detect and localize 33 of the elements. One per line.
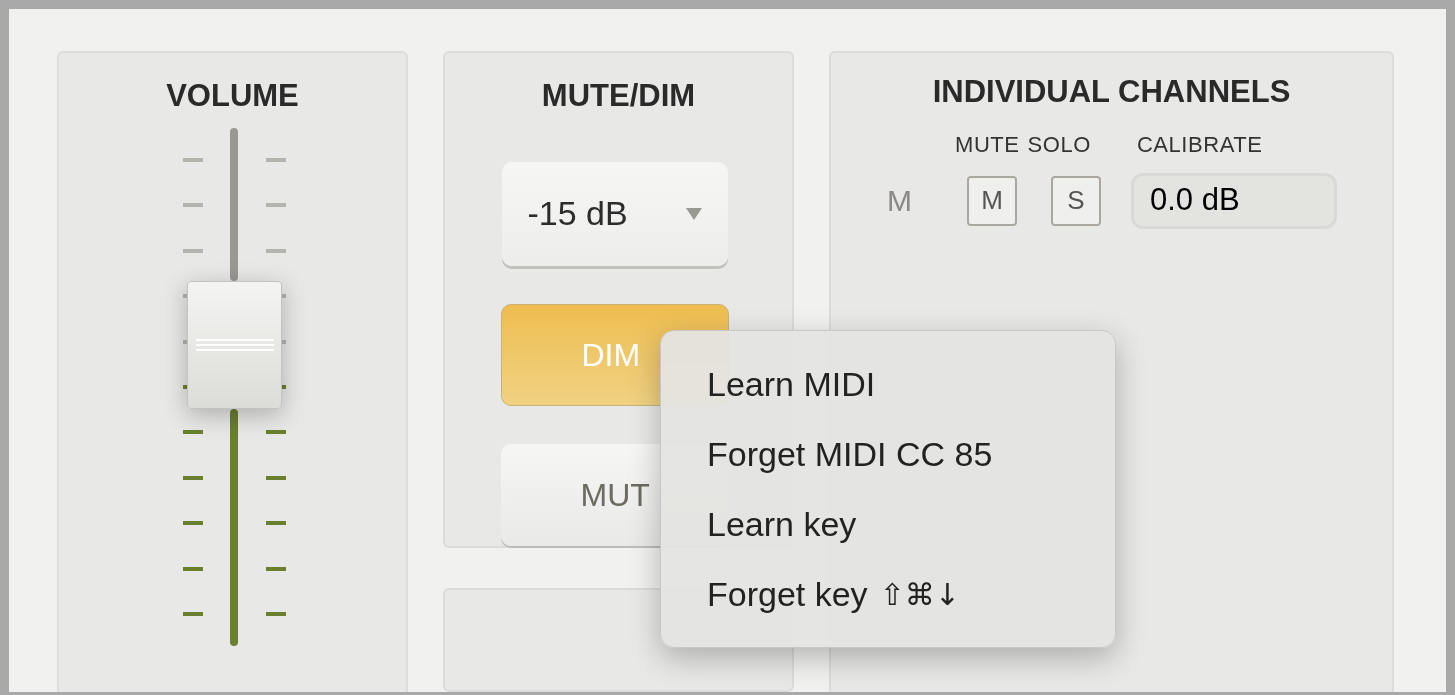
panel-title: MUTE/DIM <box>541 77 696 115</box>
menu-item-label: Forget key <box>707 573 868 615</box>
channel-name: M <box>887 183 913 219</box>
scale-tick <box>266 157 286 162</box>
scale-tick <box>183 248 203 253</box>
scale-tick <box>183 430 203 435</box>
dim-level-dropdown[interactable]: -15 dB <box>501 161 728 266</box>
scale-tick <box>266 475 286 480</box>
panel-title: VOLUME <box>166 77 299 115</box>
calibrate-field[interactable]: 0.0 dB <box>1131 172 1337 229</box>
dropdown-value: -15 dB <box>527 193 628 234</box>
scale-tick <box>183 521 203 526</box>
scale-tick <box>183 566 203 571</box>
panel-title: INDIVIDUAL CHANNELS <box>932 73 1291 111</box>
column-header: MUTE <box>955 130 1020 159</box>
solo-toggle[interactable]: S <box>1051 175 1101 226</box>
column-header: CALIBRATE <box>1136 130 1263 159</box>
fader-thumb[interactable] <box>187 281 282 410</box>
scale-tick <box>266 430 286 435</box>
scale-tick <box>266 521 286 526</box>
scale-tick <box>183 157 203 162</box>
scale-tick <box>266 612 286 617</box>
column-header: SOLO <box>1027 130 1091 159</box>
caret-icon <box>685 207 702 220</box>
scale-tick <box>183 203 203 208</box>
scale-tick <box>266 566 286 571</box>
scale-tick <box>266 248 286 253</box>
keyboard-shortcut: ⇧⌘↓ <box>879 575 960 614</box>
mute-toggle[interactable]: M <box>967 175 1017 226</box>
scale-tick <box>266 203 286 208</box>
scale-tick <box>183 475 203 480</box>
scale-tick <box>183 612 203 617</box>
menu-item[interactable]: Forget key ⇧⌘↓ <box>661 559 1115 629</box>
